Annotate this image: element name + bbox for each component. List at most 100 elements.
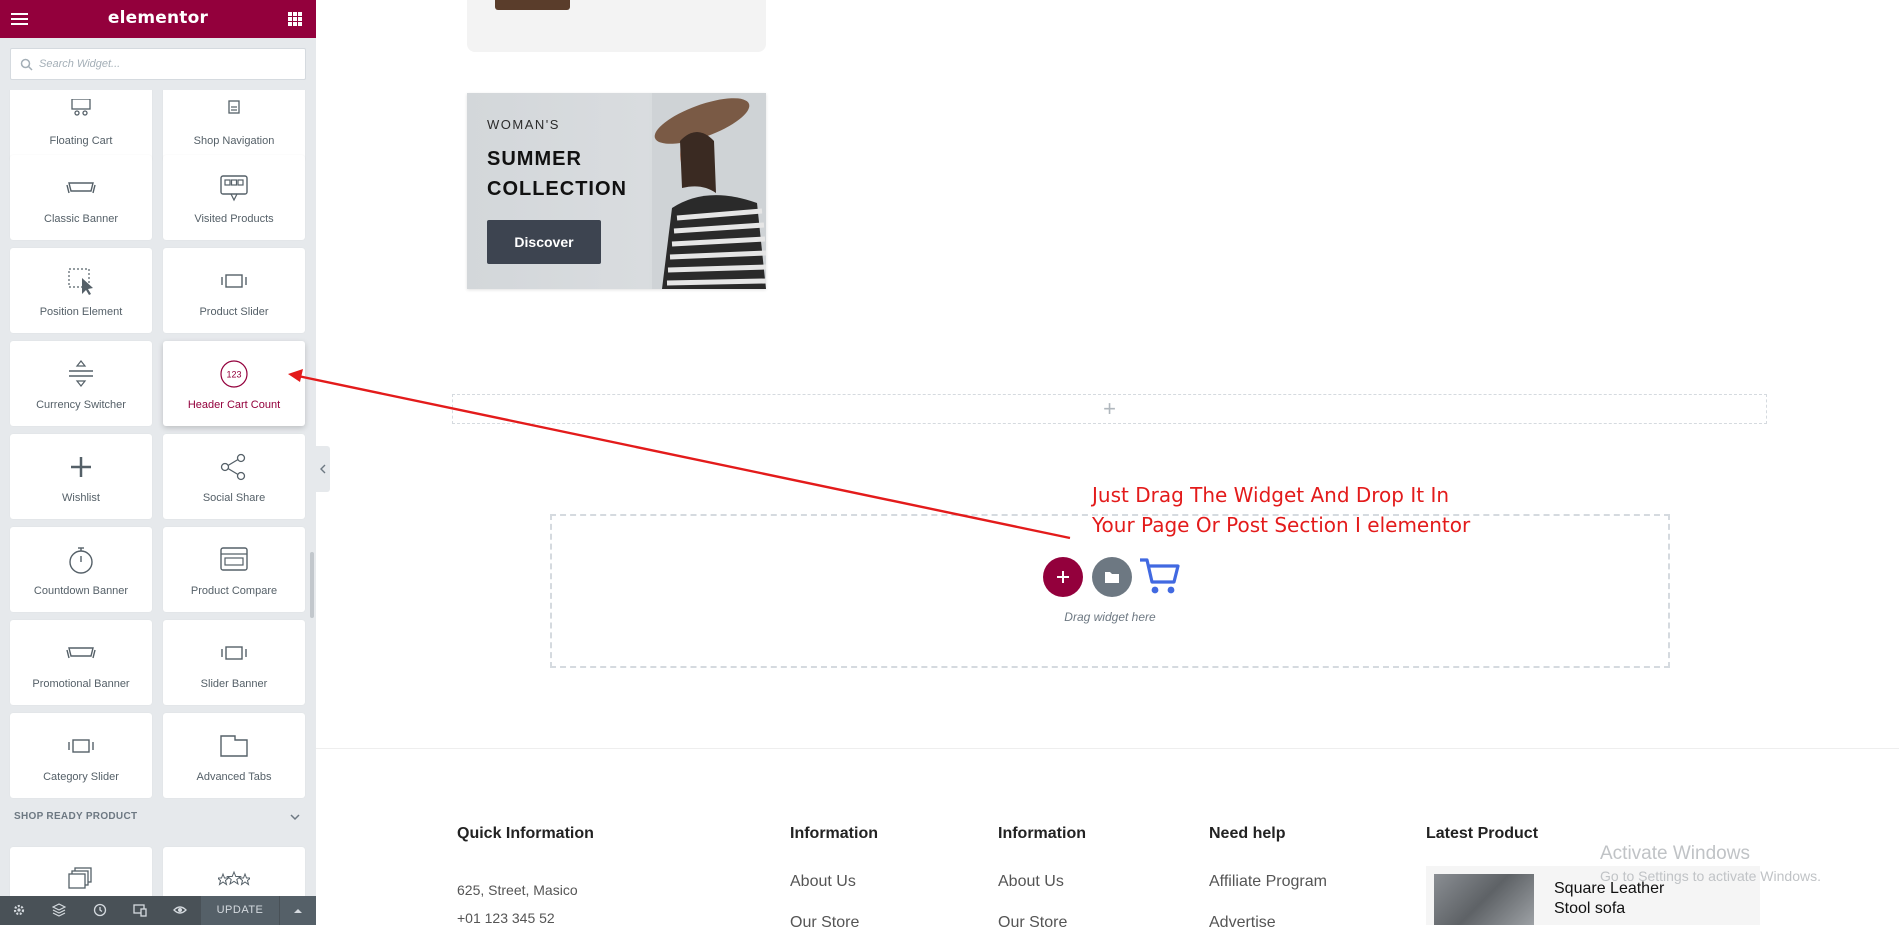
search-widget-input[interactable] [39,49,299,79]
widget-product-compare[interactable]: Product Compare [163,527,305,612]
widget-label: Visited Products [194,213,274,225]
widget-floating-cart[interactable]: Floating Cart [10,90,152,162]
stars-icon [163,865,305,895]
slider-banner-icon [163,638,305,668]
plus-icon [1057,571,1069,583]
category-header-shop-ready-product[interactable]: SHOP READY PRODUCT [0,802,316,832]
footer-divider [316,748,1899,749]
footer-information-title: Information [998,825,1086,842]
widget-label: Product Compare [190,585,278,597]
preview-eye-icon[interactable] [173,903,187,917]
currency-switcher-icon [10,359,152,389]
add-new-section-button[interactable] [1043,557,1083,597]
widget-slider-banner[interactable]: Slider Banner [163,620,305,705]
update-button[interactable]: UPDATE [201,896,279,925]
widget-label: Social Share [202,492,266,504]
banner-eyebrow: WOMAN'S [487,117,560,132]
position-element-icon [10,266,152,296]
add-section-bar[interactable]: + [452,394,1767,424]
responsive-mode-icon[interactable] [133,903,147,917]
stopwatch-icon [10,545,152,575]
annotation-text-line-2: Your Page Or Post Section I elementor [1092,513,1471,537]
shop-ready-cart-button[interactable] [1138,554,1182,598]
widget-drop-zone[interactable]: Drag widget here [550,514,1670,668]
classic-banner-icon [10,173,152,203]
widget-label: Wishlist [62,492,100,504]
collapse-panel-tab[interactable] [316,446,330,492]
header-cart-count-icon: 123 [163,359,305,389]
widget-product-slider[interactable]: Product Slider [163,248,305,333]
widget-countdown-banner[interactable]: Countdown Banner [10,527,152,612]
sofa-product-image [1434,874,1534,925]
widget-label: Position Element [39,306,123,318]
widget-label: Advanced Tabs [196,771,272,783]
widget-label: Floating Cart [49,135,113,147]
product-image [495,0,570,10]
folder-icon [1105,572,1119,583]
header-cart-count-badge: 123 [226,370,241,380]
widget-header-cart-count[interactable]: 123 Header Cart Count [163,341,305,426]
annotation-text-line-1: Just Drag The Widget And Drop It In [1092,483,1450,507]
product-name-line-2: Stool sofa [1554,900,1626,917]
widget-category-slider[interactable]: Category Slider [10,713,152,798]
widget-wishlist[interactable]: Wishlist [10,434,152,519]
banner-title-line-1: SUMMER [487,148,582,170]
product-compare-icon [163,545,305,575]
widget-visited-products[interactable]: Visited Products [163,155,305,240]
drag-widget-label: Drag widget here [1064,610,1156,624]
footer-need-help-title: Need help [1209,825,1286,842]
widget-label: Currency Switcher [36,399,126,411]
panel-scrollbar[interactable] [310,552,314,618]
footer-link-affiliate-program[interactable]: Affiliate Program [1209,873,1327,891]
widget-social-share[interactable]: Social Share [163,434,305,519]
plus-icon [10,452,152,482]
widget-list: Floating Cart Shop Navigation Classic Ba… [0,90,316,896]
widget-promotional-banner[interactable]: Promotional Banner [10,620,152,705]
footer-link-about-us[interactable]: About Us [998,873,1064,891]
widget-classic-banner[interactable]: Classic Banner [10,155,152,240]
floating-cart-icon [10,95,152,125]
widgets-grid-icon[interactable] [288,12,302,26]
visited-products-icon [163,173,305,203]
widget-product-gallery[interactable] [10,847,152,896]
widget-label: Product Slider [199,306,269,318]
footer-address: 625, Street, Masico [457,882,578,898]
woman-model-image [652,93,766,289]
category-slider-icon [10,731,152,761]
layers-icon[interactable] [52,903,66,917]
footer-link-advertise[interactable]: Advertise [1209,914,1276,932]
history-icon[interactable] [93,903,107,917]
category-title: SHOP READY PRODUCT [14,811,138,822]
stacked-products-icon [10,865,152,895]
widget-shop-navigation[interactable]: Shop Navigation [163,90,305,162]
widget-advanced-tabs[interactable]: Advanced Tabs [163,713,305,798]
footer-link-about-us[interactable]: About Us [790,873,856,891]
discover-button[interactable]: Discover [487,220,601,264]
footer-link-our-store[interactable]: Our Store [790,914,859,932]
banner-title-line-2: COLLECTION [487,178,627,200]
widget-position-element[interactable]: Position Element [10,248,152,333]
caret-up-icon [294,909,302,913]
add-template-button[interactable] [1092,557,1132,597]
panel-footer-toolbar: UPDATE [0,896,316,925]
product-slider-icon [163,266,305,296]
widget-product-rating[interactable] [163,847,305,896]
footer-phone: +01 123 345 52 [457,910,555,926]
widget-label: Countdown Banner [33,585,129,597]
search-icon [20,58,33,71]
widget-label: Slider Banner [200,678,268,690]
share-icon [163,452,305,482]
widget-currency-switcher[interactable]: Currency Switcher [10,341,152,426]
summer-collection-banner: WOMAN'S SUMMER COLLECTION Discover [467,93,766,289]
widget-label: Category Slider [43,771,119,783]
elementor-logo: elementor [107,8,209,28]
footer-quick-information-title: Quick Information [457,825,594,842]
widget-label: Shop Navigation [193,135,275,147]
settings-gear-icon[interactable] [12,903,26,917]
promotional-banner-icon [10,638,152,668]
chevron-down-icon [290,814,300,821]
footer-link-our-store[interactable]: Our Store [998,914,1067,932]
update-options-toggle[interactable] [280,896,316,925]
widget-label: Promotional Banner [32,678,130,690]
chevron-left-icon [320,464,326,474]
